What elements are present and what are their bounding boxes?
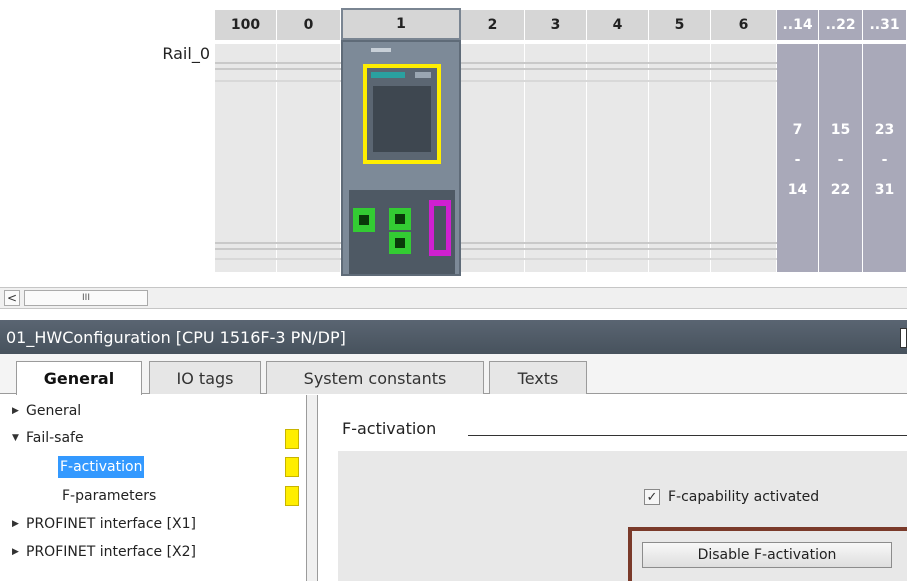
tree-item-f-activation[interactable]: F-activation bbox=[58, 456, 145, 478]
tree-label-profinet-x2: PROFINET interface [X2] bbox=[26, 544, 197, 560]
slot-group-15-22[interactable]: 15 - 22 bbox=[819, 44, 863, 272]
slot-4[interactable] bbox=[587, 44, 649, 272]
slot-header-1[interactable]: 1 bbox=[341, 8, 461, 40]
range-sep: - bbox=[837, 152, 844, 168]
content-pane: F-activation ✓ F-capability activated Di… bbox=[318, 395, 907, 581]
disable-f-activation-button[interactable]: Disable F-activation bbox=[642, 542, 892, 568]
tree-item-fail-safe[interactable]: ▼ Fail-safe bbox=[12, 428, 84, 448]
slot-header-6[interactable]: 6 bbox=[711, 10, 777, 40]
slot-6[interactable] bbox=[711, 44, 777, 272]
profinet-port-x2-p2[interactable] bbox=[389, 232, 411, 254]
range-sep: - bbox=[794, 152, 801, 168]
slot-5[interactable] bbox=[649, 44, 711, 272]
rail-line-top-2 bbox=[215, 68, 777, 70]
status-marker-fail-safe bbox=[285, 429, 299, 449]
rail-line-bottom-2 bbox=[215, 248, 777, 250]
slot-header-0[interactable]: 0 bbox=[277, 10, 341, 40]
cpu-top-vent bbox=[371, 48, 391, 52]
slot-group-23-31[interactable]: 23 - 31 bbox=[863, 44, 907, 272]
cpu-type-label bbox=[415, 72, 431, 78]
f-capability-label: F-capability activated bbox=[668, 489, 820, 505]
cpu-connector-area bbox=[349, 190, 455, 274]
slot-header-2[interactable]: 2 bbox=[461, 10, 525, 40]
slot-0[interactable] bbox=[277, 44, 341, 272]
expand-down-icon[interactable]: ▼ bbox=[12, 433, 26, 443]
tab-texts[interactable]: Texts bbox=[489, 361, 587, 394]
range-to: 31 bbox=[874, 182, 895, 198]
expand-right-icon[interactable]: ▶ bbox=[12, 547, 26, 557]
tree-label-fail-safe: Fail-safe bbox=[26, 430, 84, 446]
group-header-31[interactable]: ..31 bbox=[863, 10, 907, 40]
slot-header-3[interactable]: 3 bbox=[525, 10, 587, 40]
cpu-display-frame bbox=[363, 64, 441, 164]
group-header-14[interactable]: ..14 bbox=[777, 10, 819, 40]
range-to: 14 bbox=[787, 182, 808, 198]
tree-label-profinet-x1: PROFINET interface [X1] bbox=[26, 516, 197, 532]
range-from: 15 bbox=[830, 122, 851, 138]
tree-item-profinet-x1[interactable]: ▶ PROFINET interface [X1] bbox=[12, 514, 196, 534]
expand-right-icon[interactable]: ▶ bbox=[12, 519, 26, 529]
slot-group-7-14[interactable]: 7 - 14 bbox=[777, 44, 819, 272]
slot-header-100[interactable]: 100 bbox=[215, 10, 277, 40]
rail-line-bottom-3 bbox=[215, 258, 777, 260]
tree-item-profinet-x2[interactable]: ▶ PROFINET interface [X2] bbox=[12, 542, 196, 562]
profinet-port-x2-p1[interactable] bbox=[389, 208, 411, 230]
slot-2[interactable] bbox=[461, 44, 525, 272]
profibus-port-x3[interactable] bbox=[429, 200, 451, 256]
navigation-tree: ▶ General ▼ Fail-safe F-activation F-par… bbox=[0, 395, 306, 581]
section-title-rule bbox=[468, 435, 907, 436]
horizontal-scrollbar[interactable]: < III bbox=[0, 287, 907, 309]
tab-system-constants[interactable]: System constants bbox=[266, 361, 484, 394]
tree-item-f-parameters[interactable]: F-parameters bbox=[62, 486, 156, 506]
slot-header-5[interactable]: 5 bbox=[649, 10, 711, 40]
slot-100[interactable] bbox=[215, 44, 277, 272]
status-marker-f-activation bbox=[285, 457, 299, 477]
range-from: 23 bbox=[874, 122, 895, 138]
range-to: 22 bbox=[830, 182, 851, 198]
pane-splitter[interactable] bbox=[306, 395, 318, 581]
f-capability-checkbox[interactable]: ✓ bbox=[644, 489, 660, 505]
expand-right-icon[interactable]: ▶ bbox=[12, 406, 26, 416]
inspector-title: 01_HWConfiguration [CPU 1516F-3 PN/DP] bbox=[6, 327, 346, 347]
rail-line-bottom bbox=[215, 242, 777, 244]
rail-line-top bbox=[215, 62, 777, 64]
range-from: 7 bbox=[792, 122, 803, 138]
tab-general[interactable]: General bbox=[16, 361, 142, 395]
cpu-module[interactable] bbox=[341, 40, 461, 276]
rail-line-top-3 bbox=[215, 80, 777, 82]
scroll-left-arrow[interactable]: < bbox=[4, 290, 20, 306]
tab-io-tags[interactable]: IO tags bbox=[149, 361, 261, 394]
tree-label-f-parameters: F-parameters bbox=[62, 488, 157, 504]
inspector-title-bar: 01_HWConfiguration [CPU 1516F-3 PN/DP] bbox=[0, 320, 907, 354]
title-bar-edge bbox=[900, 328, 907, 348]
section-title: F-activation bbox=[342, 419, 437, 438]
range-sep: - bbox=[881, 152, 888, 168]
slot-3[interactable] bbox=[525, 44, 587, 272]
tree-item-general[interactable]: ▶ General bbox=[12, 401, 81, 421]
slot-header-4[interactable]: 4 bbox=[587, 10, 649, 40]
cpu-display bbox=[373, 86, 431, 152]
status-marker-f-parameters bbox=[285, 486, 299, 506]
scroll-grip: III bbox=[82, 293, 90, 303]
rail-label: Rail_0 bbox=[162, 44, 210, 63]
profinet-port-x1[interactable] bbox=[353, 208, 375, 232]
group-header-22[interactable]: ..22 bbox=[819, 10, 863, 40]
scroll-thumb[interactable]: III bbox=[24, 290, 148, 306]
tree-label-f-activation: F-activation bbox=[60, 459, 143, 475]
siemens-logo bbox=[371, 72, 405, 78]
tree-label-general: General bbox=[26, 403, 82, 419]
